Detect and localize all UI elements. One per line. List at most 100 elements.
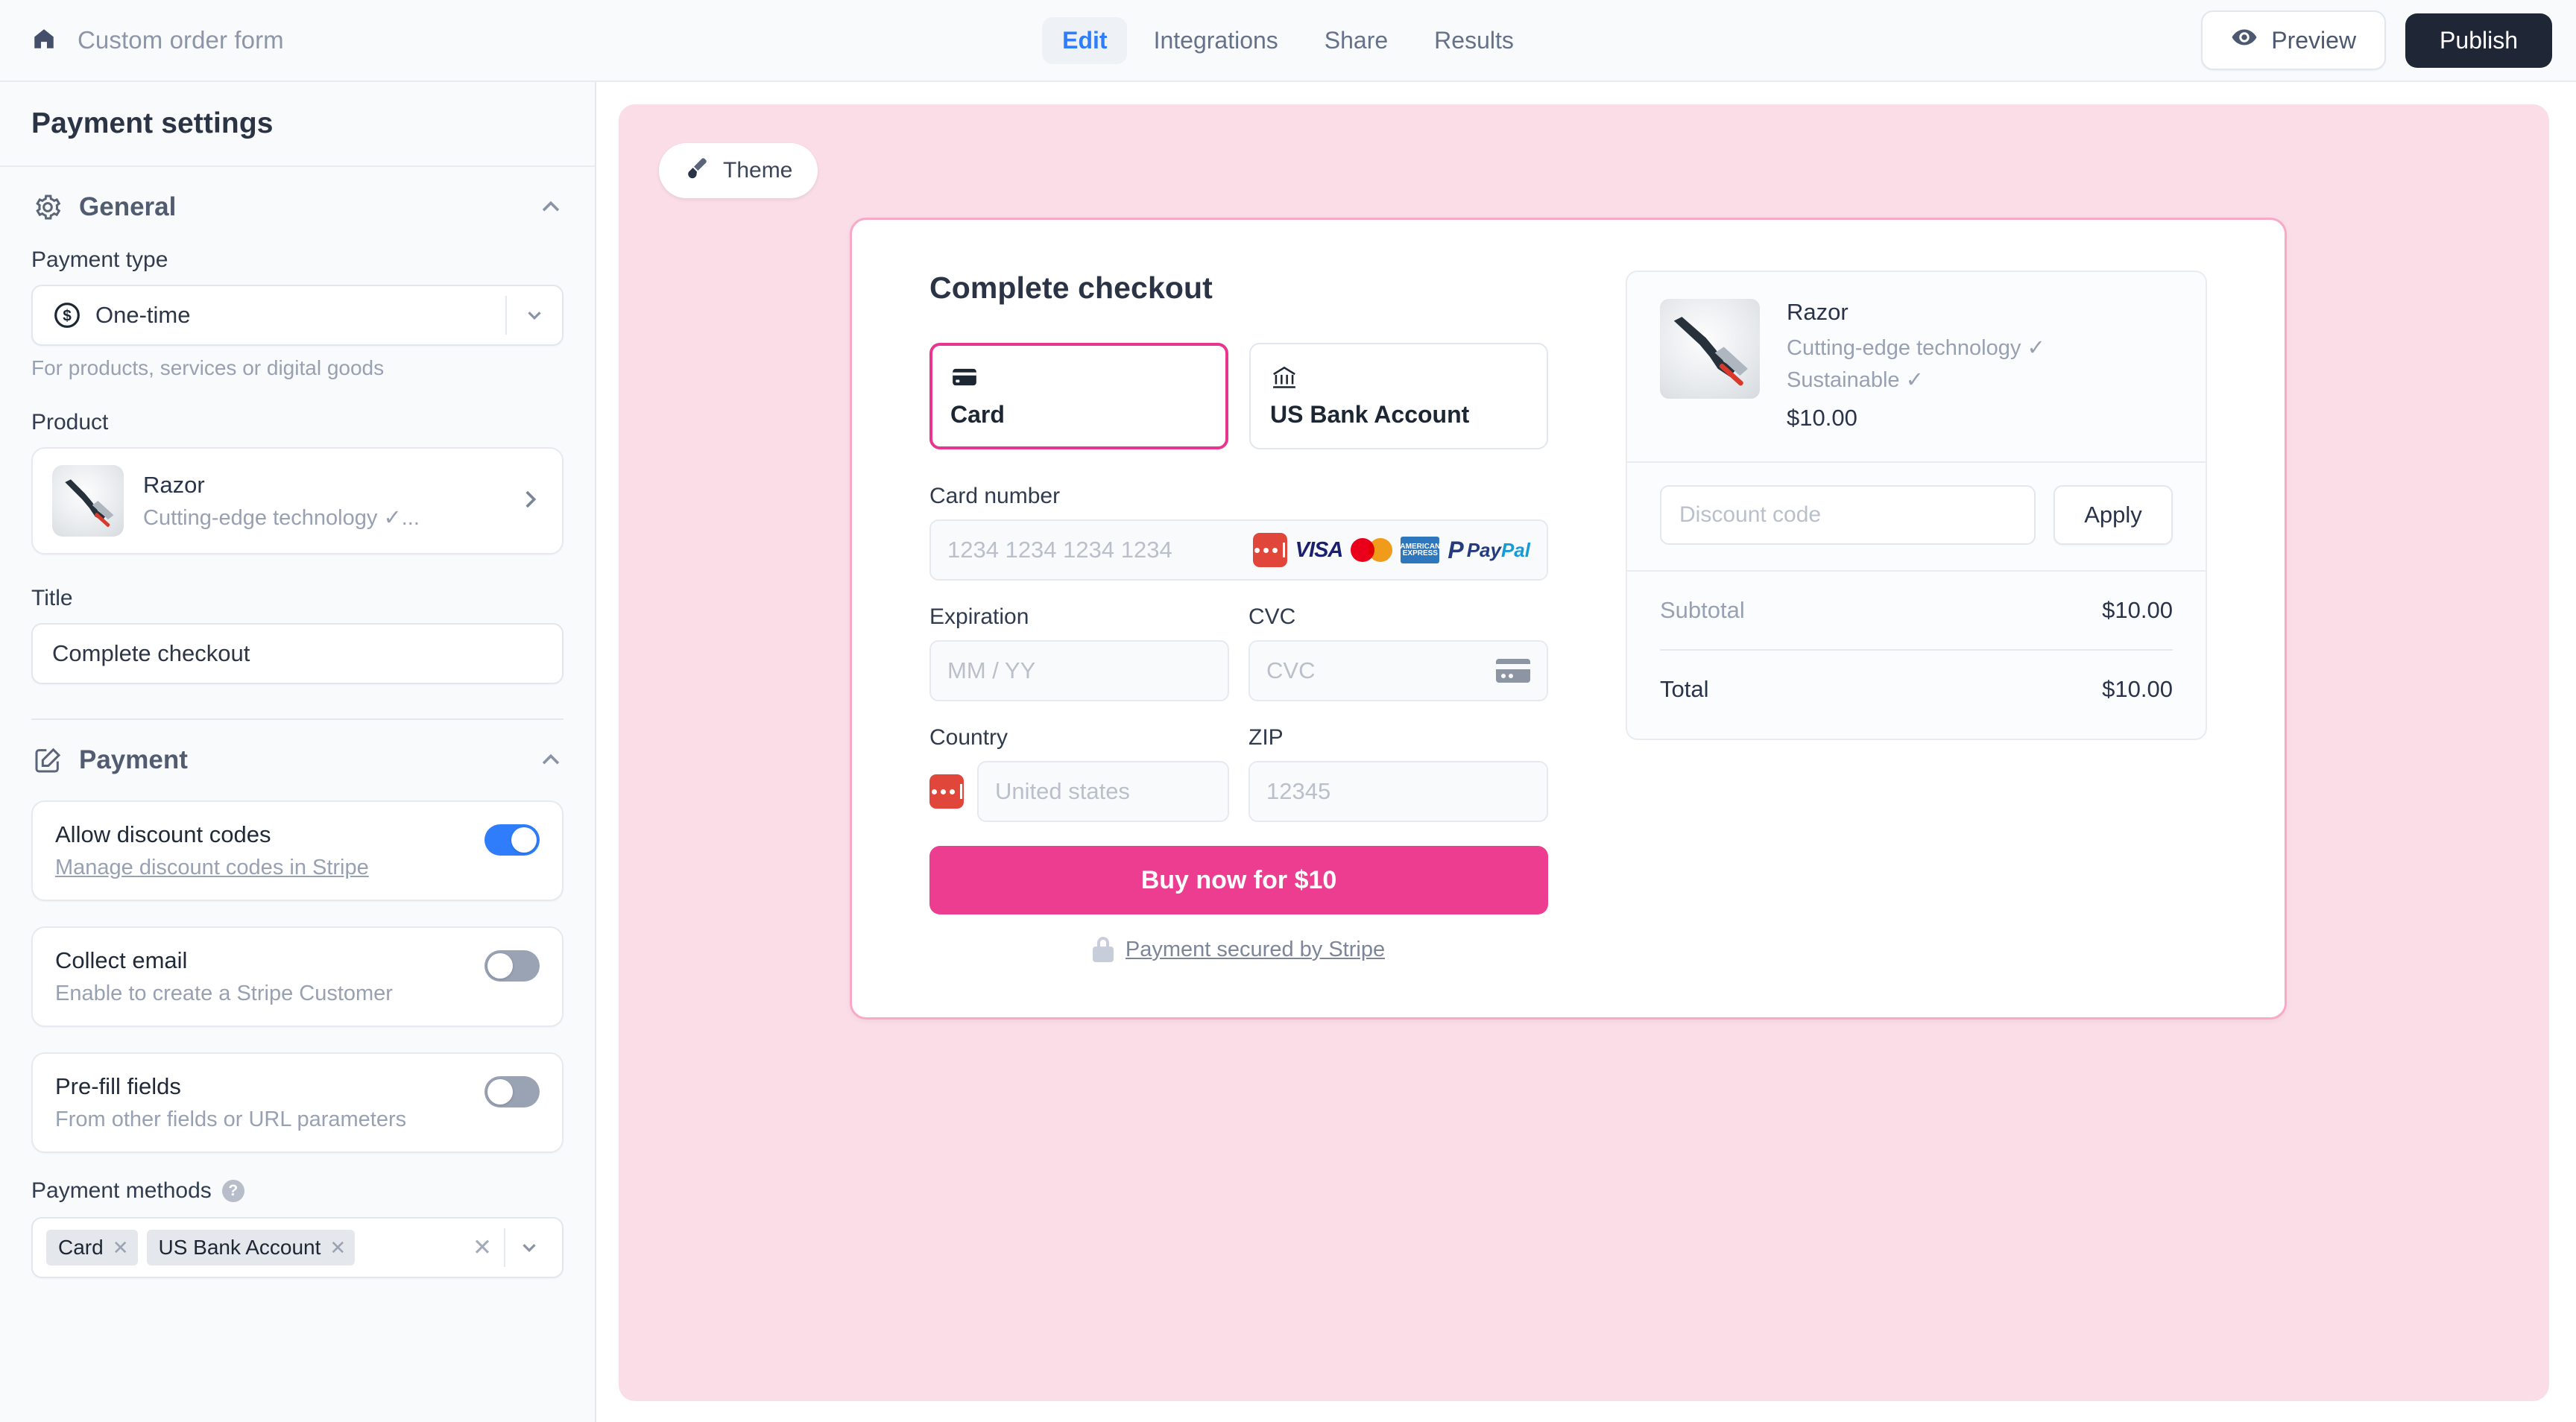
section-payment-header[interactable]: Payment [31,720,564,800]
card-brand-icons: VISA AMERICAN EXPRESS P PayPal [1252,533,1530,567]
card-number-input[interactable]: 1234 1234 1234 1234 VISA AMERICAN EXPRESS… [929,519,1548,581]
summary-totals: Subtotal $10.00 Total $10.00 [1627,572,2206,739]
dollar-circle-icon: $ [52,300,82,330]
payment-type-group: Payment type $ One-time For products, se… [31,247,564,380]
section-payment: Payment Allow discount codes Manage disc… [0,720,595,1278]
product-name: Razor [143,471,205,498]
order-summary: Razor Cutting-edge technology ✓ Sustaina… [1626,271,2207,962]
country-group: Country United states [929,725,1229,822]
tab-share[interactable]: Share [1304,17,1408,64]
preview-button[interactable]: Preview [2201,10,2387,70]
subtotal-row: Subtotal $10.00 [1660,597,2173,624]
tab-edit[interactable]: Edit [1042,16,1128,64]
product-selector[interactable]: Razor Cutting-edge technology ✓... [31,447,564,554]
toggle-knob [487,1079,513,1105]
toggle-title: Collect email [55,947,188,973]
paypal-logo: P PayPal [1448,537,1530,563]
product-subtitle: Cutting-edge technology ✓... [143,505,420,530]
summary-product-thumbnail [1660,299,1760,399]
toggle-knob [511,827,537,853]
toggle-row: Collect email Enable to create a Stripe … [55,947,540,1006]
payment-methods-label: Payment methods [31,1178,212,1203]
method-tab-label: US Bank Account [1270,401,1470,428]
toggle-collect-email[interactable] [484,950,540,982]
toggle-prefill-fields[interactable] [484,1076,540,1107]
chip-remove-icon[interactable]: ✕ [329,1236,346,1260]
total-row: Total $10.00 [1660,676,2173,703]
card-number-label: Card number [929,484,1061,508]
subtotal-value: $10.00 [2102,597,2173,623]
chip-us-bank-account[interactable]: US Bank Account ✕ [146,1230,356,1265]
title-label: Title [31,586,73,610]
payment-type-label: Payment type [31,247,168,272]
lock-icon [1092,937,1114,962]
expiration-input[interactable]: MM / YY [929,640,1229,701]
theme-button[interactable]: Theme [659,143,818,198]
mastercard-logo [1351,537,1393,563]
publish-button[interactable]: Publish [2405,13,2552,68]
preview-label: Preview [2271,26,2357,54]
toggle-knob [487,953,513,979]
visa-logo: VISA [1295,537,1344,562]
title-group: Title Complete checkout [31,586,564,684]
zip-label: ZIP [1248,725,1284,750]
section-general-header[interactable]: General [31,167,564,247]
chevron-down-icon[interactable] [507,304,562,326]
secured-by-stripe-link[interactable]: Payment secured by Stripe [1126,938,1385,962]
tab-integrations[interactable]: Integrations [1134,17,1298,64]
method-tab-label: Card [950,401,1005,428]
checkout-title: Complete checkout [929,271,1213,305]
buy-now-button[interactable]: Buy now for $10 [929,846,1548,914]
page-title: Payment settings [31,107,274,139]
section-general-title: General [79,192,177,221]
payment-methods-multiselect[interactable]: Card ✕ US Bank Account ✕ ✕ [31,1217,564,1278]
cvc-input[interactable]: CVC [1248,640,1548,701]
chevron-down-icon[interactable] [505,1236,553,1259]
toggle-allow-discount-codes[interactable] [484,824,540,856]
payment-type-select[interactable]: $ One-time [31,285,564,346]
tab-results[interactable]: Results [1414,17,1534,64]
chip-remove-icon[interactable]: ✕ [113,1236,129,1260]
discount-code-input[interactable]: Discount code [1660,485,2036,545]
link-icon [1252,533,1287,567]
checkout-form: Complete checkout Card US Bank Account C… [929,271,1548,962]
sidebar: Payment settings General Payment type $ … [0,82,596,1422]
country-input[interactable]: United states [977,761,1229,822]
total-value: $10.00 [2102,676,2173,702]
chevron-right-icon [517,487,543,516]
chevron-up-icon[interactable] [538,748,564,773]
main-tabs: Edit Integrations Share Results [1042,16,1534,64]
expiration-placeholder: MM / YY [947,657,1036,683]
payment-methods-chips: Card ✕ US Bank Account ✕ [46,1230,461,1265]
card-number-group: Card number 1234 1234 1234 1234 VISA AME… [929,484,1548,581]
chip-card[interactable]: Card ✕ [46,1230,138,1265]
title-input[interactable]: Complete checkout [31,623,564,684]
summary-product-price: $10.00 [1787,405,1857,431]
zip-input[interactable]: 12345 [1248,761,1548,822]
svg-text:$: $ [63,308,72,325]
sidebar-header: Payment settings [0,82,595,167]
gear-icon [31,191,64,224]
cvc-placeholder: CVC [1266,657,1316,683]
method-tab-card[interactable]: Card [929,343,1228,449]
eye-icon [2231,24,2258,57]
toggle-card-prefill-fields: Pre-fill fields From other fields or URL… [31,1052,564,1153]
method-tab-us-bank-account[interactable]: US Bank Account [1249,343,1548,449]
clear-x-icon[interactable]: ✕ [461,1234,504,1261]
discount-row: Discount code Apply [1627,463,2206,572]
country-row: United states [929,761,1229,822]
home-button[interactable] [21,17,67,63]
preview-area: Theme Complete checkout Card US Bank Acc… [596,82,2576,1422]
toggle-card-collect-email: Collect email Enable to create a Stripe … [31,926,564,1027]
apply-discount-button[interactable]: Apply [2053,485,2173,545]
chevron-up-icon[interactable] [538,195,564,220]
chip-label: US Bank Account [158,1236,321,1259]
preview-canvas: Theme Complete checkout Card US Bank Acc… [619,104,2549,1401]
toggle-title: Pre-fill fields [55,1073,181,1099]
manage-discount-codes-link[interactable]: Manage discount codes in Stripe [55,856,484,880]
payment-methods-group: Payment methods ? Card ✕ US Bank Account… [31,1178,564,1278]
home-icon [31,26,57,55]
secured-by-stripe: Payment secured by Stripe [929,937,1548,962]
summary-product-name: Razor [1787,299,1849,325]
help-circle-icon[interactable]: ? [221,1180,244,1202]
